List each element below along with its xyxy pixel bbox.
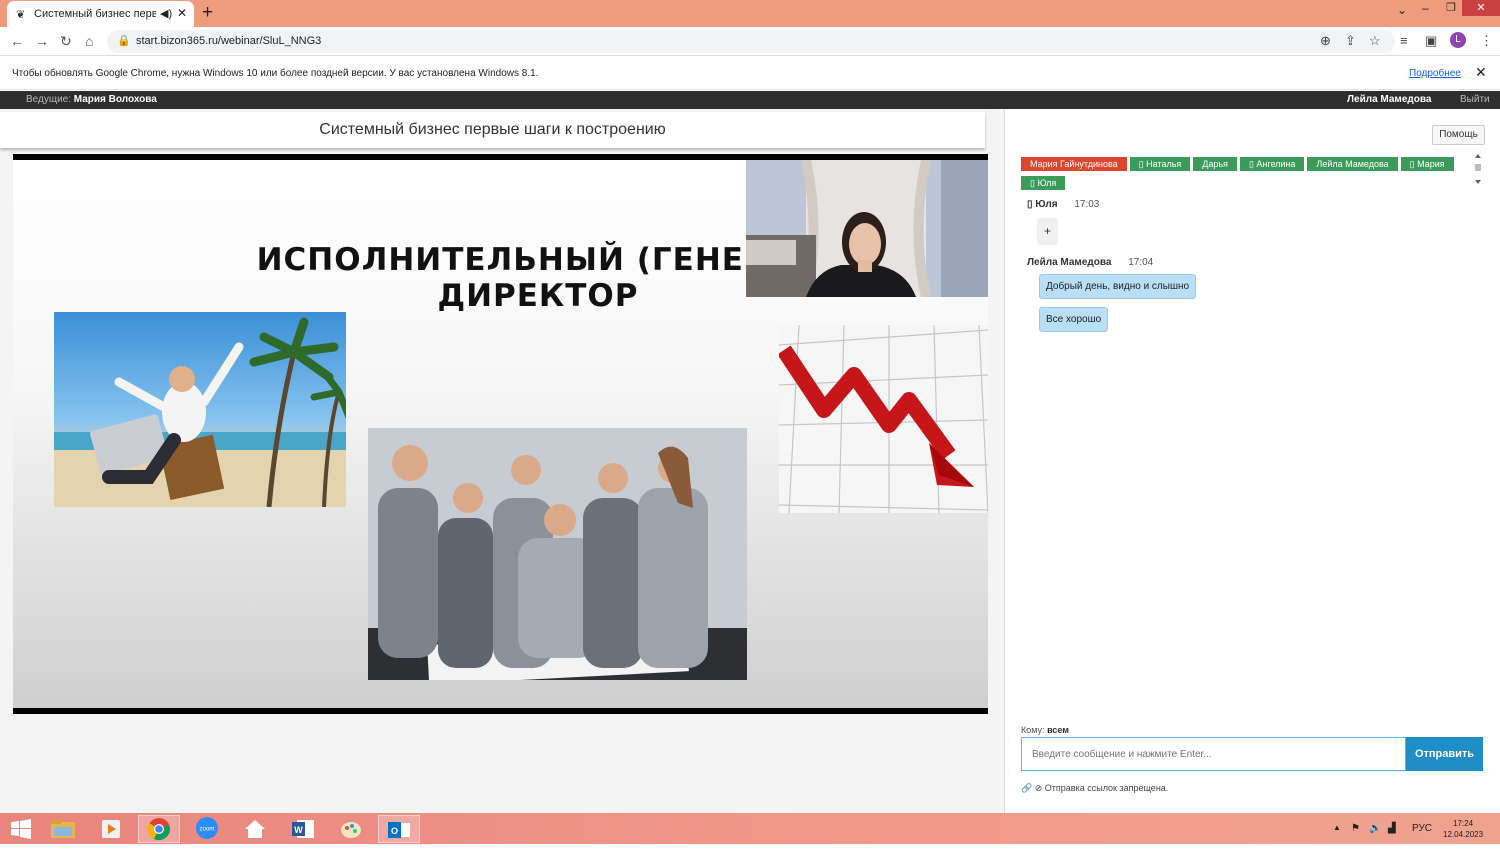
- participant-chip[interactable]: ▯ Наталья: [1129, 157, 1191, 171]
- home-folder-icon[interactable]: [234, 815, 276, 843]
- clock-date: 12.04.2023: [1443, 830, 1484, 839]
- message-input-wrapper: [1021, 737, 1406, 771]
- participant-chip[interactable]: Мария Гайнутдинова: [1021, 157, 1127, 171]
- message-input[interactable]: [1022, 738, 1405, 770]
- address-bar[interactable]: 🔒 start.bizon365.ru/webinar/SluL_NNG3 ⊕ …: [107, 30, 1395, 53]
- infobar-message: Чтобы обновлять Google Chrome, нужна Win…: [12, 68, 539, 79]
- windows-taskbar: zoom W O ▲ ⚑ 🔊 ▟ РУС 17:24 12.04.2023: [0, 813, 1500, 844]
- side-panel-icon[interactable]: ▣: [1425, 33, 1437, 49]
- profile-avatar[interactable]: L: [1450, 32, 1466, 48]
- links-notice-text: Отправка ссылок запрещена.: [1044, 783, 1169, 793]
- host-info: Ведущие: Мария Волохова: [26, 94, 157, 105]
- minimize-window-button[interactable]: –: [1422, 1, 1429, 15]
- action-center-flag-icon[interactable]: ⚑: [1351, 823, 1360, 834]
- webinar-header: Ведущие: Мария Волохова Лейла Мамедова В…: [0, 91, 1500, 109]
- close-tab-icon[interactable]: ✕: [177, 6, 187, 20]
- message-author[interactable]: Лейла Мамедова: [1027, 257, 1111, 268]
- reading-list-icon[interactable]: ≡: [1400, 33, 1408, 48]
- paint-icon[interactable]: [330, 815, 372, 843]
- word-icon[interactable]: W: [282, 815, 324, 843]
- forward-icon[interactable]: →: [35, 33, 49, 49]
- close-window-button[interactable]: ✕: [1462, 0, 1500, 16]
- host-label: Ведущие:: [26, 94, 71, 105]
- recipient-label: Кому:: [1021, 725, 1045, 735]
- falling-arrow-chart-image: [779, 325, 988, 513]
- browser-tab[interactable]: ❦ Системный бизнес первые ◀) ✕: [7, 1, 194, 27]
- participant-list: Мария Гайнутдинова ▯ Наталья Дарья ▯ Ангели…: [1021, 154, 1461, 192]
- tab-search-icon[interactable]: ⌄: [1397, 3, 1407, 17]
- current-user-name[interactable]: Лейла Мамедова: [1347, 94, 1431, 105]
- message-bubble: Все хорошо: [1039, 307, 1109, 332]
- zoom-icon[interactable]: ⊕: [1320, 33, 1331, 49]
- volume-icon[interactable]: 🔊: [1369, 823, 1381, 834]
- network-icon[interactable]: ▟: [1388, 823, 1396, 834]
- reload-icon[interactable]: ↻: [60, 33, 72, 50]
- chat-panel: Помощь Мария Гайнутдинова ▯ Наталья Дарья ▯…: [1004, 109, 1500, 813]
- send-button[interactable]: Отправить: [1406, 737, 1483, 771]
- link-icon: 🔗: [1021, 783, 1033, 793]
- slide-stage: ИСПОЛНИТЕЛЬНЫЙ (ГЕНЕРАЛ ДИРЕКТОР: [13, 154, 988, 714]
- participant-chip[interactable]: ▯ Мария: [1400, 157, 1454, 171]
- new-tab-button[interactable]: +: [202, 2, 213, 24]
- lock-icon: 🔒: [117, 35, 131, 47]
- webinar-title: Системный бизнес первые шаги к построени…: [0, 112, 985, 148]
- recipient-selector[interactable]: Кому: всем: [1021, 725, 1069, 735]
- clock-time: 17:24: [1453, 819, 1474, 828]
- message-bubble: Добрый день, видно и слышно: [1039, 274, 1197, 299]
- file-explorer-icon[interactable]: [42, 815, 84, 843]
- host-name: Мария Волохова: [73, 94, 157, 105]
- recipient-value[interactable]: всем: [1047, 725, 1069, 735]
- message-header: ▯ Юля 17:03: [1027, 199, 1477, 210]
- chat-messages: ▯ Юля 17:03 + Лейла Мамедова 17:04 Добры…: [1027, 197, 1477, 338]
- system-clock[interactable]: 17:24 12.04.2023: [1443, 818, 1483, 840]
- url-text[interactable]: start.bizon365.ru/webinar/SluL_NNG3: [136, 35, 321, 47]
- show-hidden-icons-icon[interactable]: ▲: [1333, 823, 1341, 832]
- participant-chip[interactable]: Дарья: [1193, 157, 1237, 171]
- share-icon[interactable]: ⇪: [1345, 33, 1356, 49]
- svg-text:O: O: [391, 826, 398, 836]
- participant-chip[interactable]: Лейла Мамедова: [1307, 157, 1398, 171]
- presentation-slide: ИСПОЛНИТЕЛЬНЫЙ (ГЕНЕРАЛ ДИРЕКТОР: [13, 160, 988, 708]
- presentation-area: Системный бизнес первые шаги к построени…: [0, 109, 1004, 813]
- links-notice: 🔗 ⊘ Отправка ссылок запрещена.: [1021, 783, 1168, 794]
- beach-businessman-image: [54, 312, 346, 507]
- participant-list-scrollbar[interactable]: [1473, 153, 1483, 185]
- svg-text:W: W: [294, 825, 303, 835]
- restore-window-button[interactable]: ❐: [1446, 1, 1456, 14]
- zoom-app-icon[interactable]: zoom: [186, 815, 228, 843]
- outlook-icon[interactable]: O: [378, 815, 420, 843]
- message-header: Лейла Мамедова 17:04: [1027, 257, 1477, 268]
- windows-start-icon[interactable]: [0, 815, 42, 843]
- forbidden-icon: ⊘: [1034, 783, 1043, 793]
- chrome-icon[interactable]: [138, 815, 180, 843]
- message-bubble: +: [1037, 218, 1058, 245]
- message-author[interactable]: ▯ Юля: [1027, 199, 1058, 210]
- bookmark-star-icon[interactable]: ☆: [1369, 33, 1381, 49]
- help-button[interactable]: Помощь: [1432, 125, 1485, 145]
- message-time: 17:03: [1074, 199, 1100, 210]
- browser-tab-strip: ❦ Системный бизнес первые ◀) ✕ + ⌄ – ❐ ✕: [0, 0, 1500, 27]
- presenter-video[interactable]: [746, 160, 988, 297]
- media-player-icon[interactable]: [90, 815, 132, 843]
- audio-playing-icon[interactable]: ◀): [160, 7, 172, 20]
- participant-chip[interactable]: ▯ Юля: [1021, 176, 1066, 190]
- participant-chip[interactable]: ▯ Ангелина: [1239, 157, 1305, 171]
- back-icon[interactable]: ←: [10, 33, 24, 49]
- bizon-favicon-icon: ❦: [16, 9, 26, 21]
- infobar-more-link[interactable]: Подробнее: [1409, 68, 1461, 79]
- home-icon[interactable]: ⌂: [85, 33, 93, 49]
- office-team-image: [368, 428, 747, 680]
- message-time: 17:04: [1128, 257, 1154, 268]
- language-indicator[interactable]: РУС: [1412, 823, 1432, 834]
- tab-title: Системный бизнес первые: [34, 8, 156, 20]
- menu-kebab-icon[interactable]: ⋮: [1480, 33, 1493, 49]
- exit-link[interactable]: Выйти: [1460, 94, 1490, 105]
- browser-toolbar: ← → ↻ ⌂ 🔒 start.bizon365.ru/webinar/SluL…: [0, 27, 1500, 56]
- close-infobar-icon[interactable]: ✕: [1475, 64, 1487, 81]
- zoom-label: zoom: [200, 827, 215, 833]
- update-infobar: Чтобы обновлять Google Chrome, нужна Win…: [0, 57, 1500, 90]
